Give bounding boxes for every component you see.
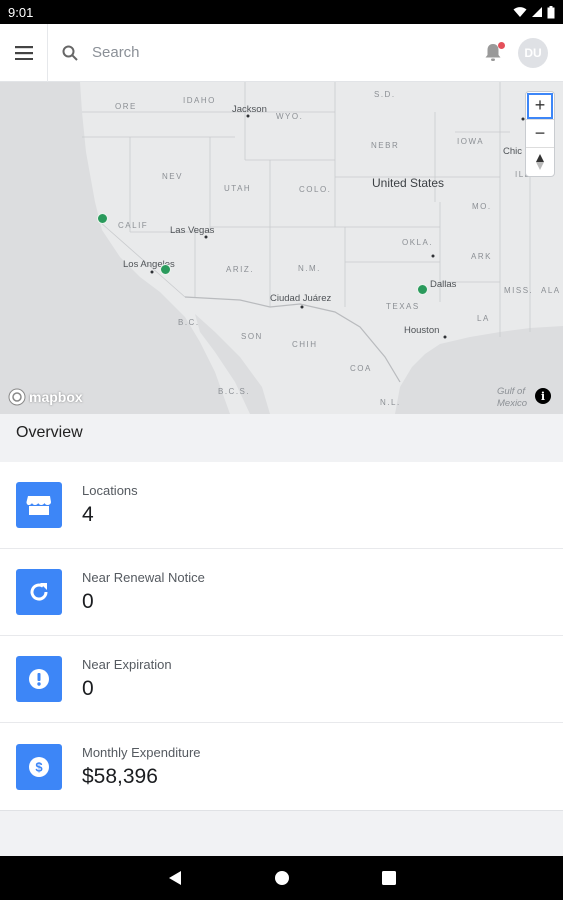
attribution-info-button[interactable]: i — [535, 388, 551, 404]
store-icon-wrap — [16, 482, 62, 528]
notification-badge — [498, 41, 505, 49]
app-bar: DU — [0, 23, 563, 82]
stat-label: Locations — [82, 483, 138, 498]
avatar[interactable]: DU — [518, 37, 548, 68]
city-label: Chic — [503, 146, 523, 157]
overview-cards: Locations 4 Near Renewal Notice 0 Near E… — [0, 462, 563, 811]
location-pin[interactable] — [417, 284, 428, 295]
compass-button[interactable] — [526, 148, 554, 176]
region-label: N.L. — [380, 398, 401, 407]
map-base — [0, 82, 563, 414]
dollar-icon: $ — [29, 756, 49, 777]
map-zoom-controls: + − — [525, 91, 555, 177]
region-label: NEV — [162, 172, 183, 181]
stat-card-near-expiration[interactable]: Near Expiration 0 — [0, 636, 563, 723]
store-icon — [26, 496, 51, 515]
region-label: N.M. — [298, 264, 321, 273]
region-label: ARK — [471, 252, 492, 261]
city-label: Las Vegas — [170, 225, 215, 236]
region-label: ALA — [541, 286, 561, 295]
region-label: CALIF — [118, 221, 149, 230]
mapbox-logo[interactable]: mapbox — [8, 388, 83, 406]
svg-text:$: $ — [35, 759, 43, 774]
location-pin[interactable] — [97, 213, 108, 224]
stat-label: Monthly Expenditure — [82, 744, 201, 760]
mapbox-mark-icon — [8, 388, 26, 406]
region-label: COA — [350, 364, 372, 373]
region-label: SON — [241, 332, 263, 341]
city-label: Dallas — [430, 279, 457, 290]
status-icons — [513, 5, 555, 19]
city-label: Jackson — [232, 104, 267, 115]
search-icon — [62, 45, 78, 61]
country-label: United States — [372, 176, 445, 190]
mapbox-text: mapbox — [29, 389, 83, 405]
dollar-icon-wrap: $ — [16, 743, 62, 790]
zoom-out-button[interactable]: − — [526, 120, 554, 148]
region-label: S.D. — [374, 90, 396, 99]
refresh-icon-wrap — [16, 569, 62, 615]
city-label: Houston — [404, 325, 440, 336]
system-nav-bar — [0, 856, 563, 900]
city-label: Ciudad Juárez — [270, 293, 332, 304]
region-label: MISS. — [504, 286, 534, 295]
region-label: NEBR — [371, 141, 400, 150]
stat-card-monthly-expenditure[interactable]: $ Monthly Expenditure $58,396 — [0, 723, 563, 810]
stat-value: $58,396 — [82, 764, 158, 788]
stat-value: 0 — [82, 677, 94, 700]
back-icon[interactable] — [168, 870, 182, 886]
region-label: IOWA — [457, 137, 485, 146]
region-label: CHIH — [292, 340, 318, 349]
compass-icon — [536, 154, 544, 170]
menu-button[interactable] — [0, 23, 48, 82]
refresh-icon — [30, 583, 48, 601]
stat-card-locations[interactable]: Locations 4 — [0, 462, 563, 549]
home-icon[interactable] — [274, 870, 290, 886]
zoom-in-button[interactable]: + — [526, 92, 554, 120]
region-label: ARIZ. — [226, 265, 254, 274]
status-bar: 9:01 — [0, 0, 563, 24]
signal-icon — [532, 7, 542, 17]
region-label: B.C. — [178, 318, 200, 327]
hamburger-menu-icon — [14, 45, 33, 60]
search-input[interactable] — [92, 44, 432, 61]
region-label: MO. — [472, 202, 492, 211]
alert-icon — [29, 669, 49, 689]
map[interactable]: ORE IDAHO WYO. S.D. NEBR IOWA NEV UTAH C… — [0, 82, 563, 414]
stat-card-near-renewal[interactable]: Near Renewal Notice 0 — [0, 549, 563, 636]
notifications-button[interactable] — [482, 41, 506, 65]
region-label: UTAH — [224, 184, 252, 193]
region-label: B.C.S. — [218, 387, 251, 396]
region-label: COLO. — [299, 185, 332, 194]
wifi-icon — [513, 7, 527, 17]
recents-icon[interactable] — [381, 871, 396, 885]
overview-title: Overview — [16, 424, 83, 441]
alert-icon-wrap — [16, 656, 62, 702]
battery-icon — [547, 5, 555, 18]
region-label: ORE — [115, 102, 137, 111]
region-label: IDAHO — [183, 96, 216, 105]
stat-label: Near Expiration — [82, 657, 172, 672]
region-label: LA — [477, 314, 490, 323]
stat-value: 4 — [82, 503, 94, 526]
stat-label: Near Renewal Notice — [82, 570, 205, 585]
search-bar — [48, 24, 482, 82]
status-time: 9:01 — [8, 4, 34, 20]
region-label: OKLA. — [402, 238, 434, 247]
location-pin[interactable] — [160, 264, 171, 275]
region-label: TEXAS — [386, 302, 420, 311]
stat-value: 0 — [82, 590, 94, 613]
region-label: WYO. — [276, 112, 304, 121]
